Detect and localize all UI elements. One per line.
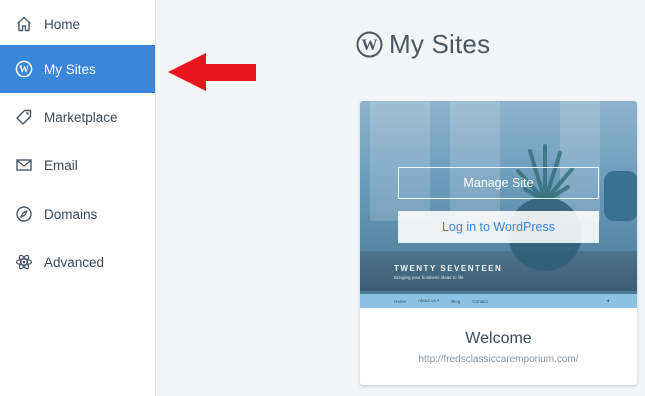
site-card-body: Welcome http://fredsclassiccaremporium.c… bbox=[360, 308, 637, 385]
site-name[interactable]: Welcome bbox=[360, 330, 637, 348]
sidebar-item-my-sites[interactable]: W My Sites bbox=[0, 45, 155, 93]
theme-menu-item: About us ▾ bbox=[418, 298, 440, 303]
login-wordpress-button[interactable]: Log in to WordPress bbox=[398, 211, 599, 243]
theme-menu-item: Home bbox=[394, 298, 407, 304]
theme-tagline: Bringing your business ideas to life bbox=[394, 275, 464, 280]
page-title: W My Sites bbox=[356, 28, 490, 60]
theme-menu-toggle-icon: ◂ bbox=[606, 298, 609, 304]
site-thumbnail: TWENTY SEVENTEEN Bringing your business … bbox=[360, 101, 637, 308]
sidebar-item-label: Advanced bbox=[44, 254, 105, 270]
sidebar: Home W My Sites Marketplace Email Domain… bbox=[0, 0, 156, 396]
sidebar-item-email[interactable]: Email bbox=[0, 141, 155, 189]
sidebar-item-label: Marketplace bbox=[44, 109, 118, 125]
annotation-arrow bbox=[168, 53, 256, 91]
theme-name: TWENTY SEVENTEEN bbox=[394, 264, 503, 273]
envelope-icon bbox=[14, 155, 34, 175]
site-url[interactable]: http://fredsclassiccaremporium.com/ bbox=[360, 354, 637, 365]
atom-icon bbox=[14, 252, 34, 272]
sidebar-item-label: Email bbox=[44, 157, 78, 173]
sidebar-item-label: My Sites bbox=[44, 61, 96, 77]
svg-text:W: W bbox=[362, 37, 378, 54]
compass-icon bbox=[14, 204, 34, 224]
tag-icon bbox=[14, 107, 34, 127]
page-title-text: My Sites bbox=[389, 28, 491, 59]
home-icon bbox=[14, 14, 34, 34]
sidebar-item-advanced[interactable]: Advanced bbox=[0, 238, 155, 286]
manage-site-button[interactable]: Manage Site bbox=[398, 167, 599, 199]
svg-text:W: W bbox=[19, 65, 29, 76]
theme-menu-bar: Home About us ▾ Blog Contact ◂ bbox=[360, 294, 637, 308]
sidebar-item-marketplace[interactable]: Marketplace bbox=[0, 93, 155, 141]
sidebar-item-home[interactable]: Home bbox=[0, 0, 155, 48]
sidebar-item-label: Domains bbox=[44, 206, 98, 222]
theme-menu-item: Contact bbox=[472, 298, 488, 304]
site-card: TWENTY SEVENTEEN Bringing your business … bbox=[360, 101, 637, 385]
sidebar-item-label: Home bbox=[44, 16, 81, 32]
wordpress-icon: W bbox=[14, 59, 34, 79]
theme-menu-item: Blog bbox=[451, 298, 461, 304]
sidebar-item-domains[interactable]: Domains bbox=[0, 190, 155, 238]
wordpress-icon: W bbox=[356, 31, 383, 58]
